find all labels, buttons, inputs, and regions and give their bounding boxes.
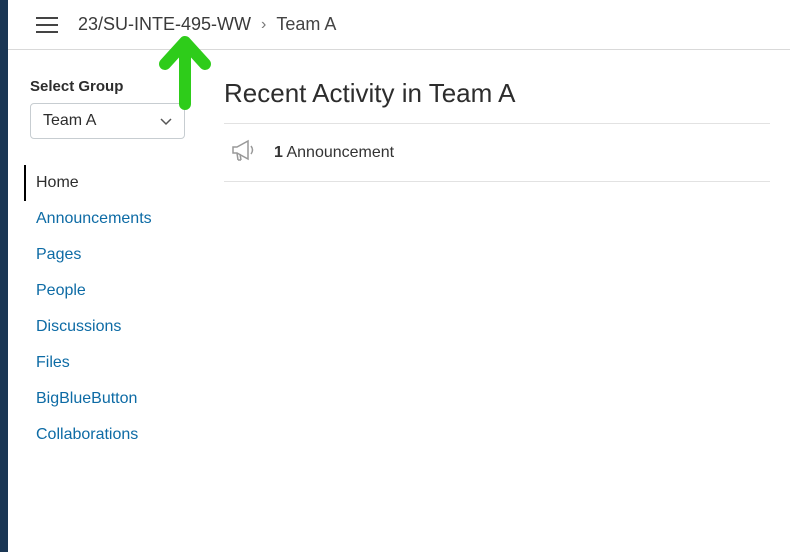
nav-item-label: Files [36, 354, 70, 371]
chevron-down-icon [160, 113, 172, 129]
hamburger-menu-icon[interactable] [34, 15, 60, 35]
nav-item-discussions[interactable]: Discussions [24, 309, 214, 345]
nav-item-collaborations[interactable]: Collaborations [24, 417, 214, 453]
sidebar: Select Group Team A Home Announcements P… [24, 50, 224, 453]
nav-item-label: Discussions [36, 318, 121, 335]
activity-label: Announcement [286, 144, 394, 161]
select-group-label: Select Group [30, 78, 214, 95]
activity-text: 1 Announcement [274, 144, 394, 162]
nav-item-label: Collaborations [36, 426, 138, 443]
nav-item-home[interactable]: Home [24, 165, 214, 201]
nav-item-label: People [36, 282, 86, 299]
sidebar-nav: Home Announcements Pages People Discussi… [24, 165, 214, 453]
page-header: 23/SU-INTE-495-WW › Team A [0, 0, 790, 50]
page-title: Recent Activity in Team A [224, 78, 770, 109]
left-edge-bar [0, 0, 8, 552]
activity-count: 1 [274, 144, 283, 161]
main-content: Recent Activity in Team A 1 Announcement [224, 50, 790, 453]
nav-item-announcements[interactable]: Announcements [24, 201, 214, 237]
nav-item-label: BigBlueButton [36, 390, 137, 407]
nav-item-pages[interactable]: Pages [24, 237, 214, 273]
activity-row-announcement[interactable]: 1 Announcement [224, 123, 770, 182]
nav-item-people[interactable]: People [24, 273, 214, 309]
nav-item-files[interactable]: Files [24, 345, 214, 381]
breadcrumb: 23/SU-INTE-495-WW › Team A [78, 14, 336, 35]
group-select-dropdown[interactable]: Team A [30, 103, 185, 139]
megaphone-icon [230, 138, 258, 167]
breadcrumb-separator: › [261, 16, 266, 34]
nav-item-label: Home [36, 174, 79, 191]
nav-item-label: Announcements [36, 210, 152, 227]
breadcrumb-course-link[interactable]: 23/SU-INTE-495-WW [78, 14, 251, 35]
group-select-value: Team A [43, 112, 96, 130]
breadcrumb-current: Team A [276, 14, 336, 35]
nav-item-label: Pages [36, 246, 81, 263]
nav-item-bigbluebutton[interactable]: BigBlueButton [24, 381, 214, 417]
